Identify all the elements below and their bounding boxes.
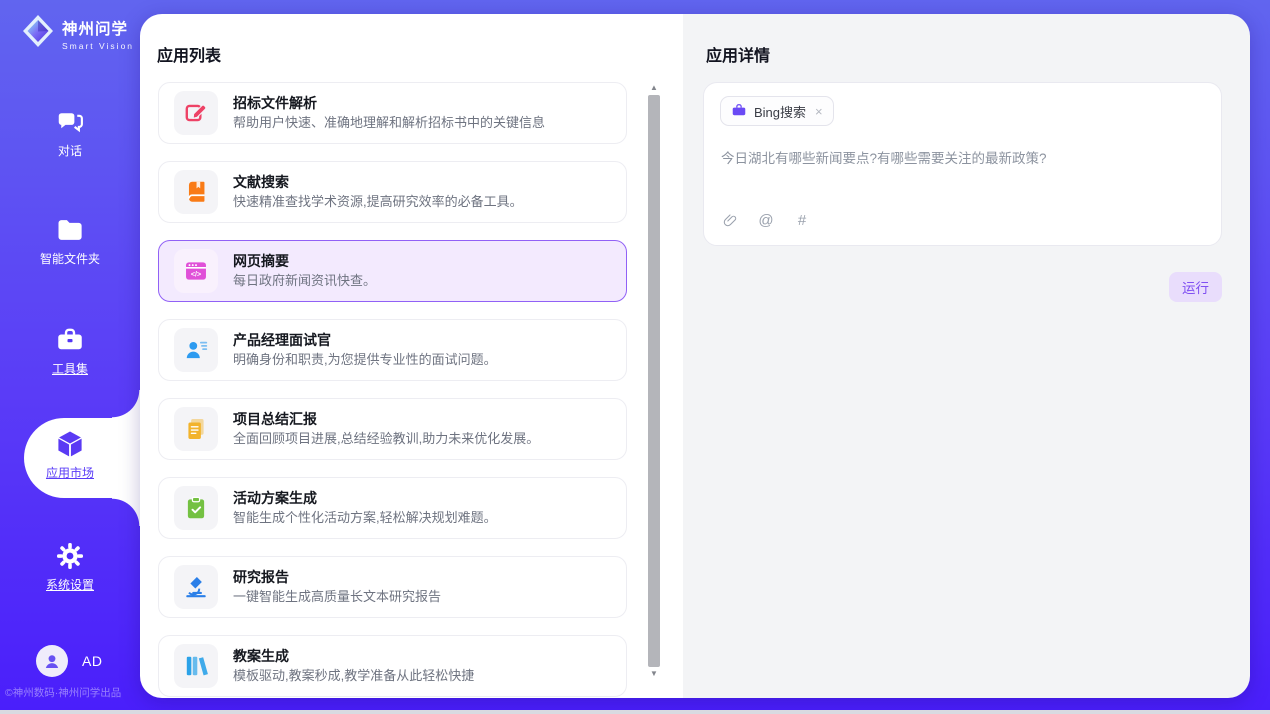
app-card[interactable]: 项目总结汇报 全面回顾项目进展,总结经验教训,助力未来优化发展。 (158, 398, 627, 460)
app-card-description: 全面回顾项目进展,总结经验教训,助力未来优化发展。 (233, 430, 539, 448)
book-icon (174, 170, 218, 214)
sidebar-item-label: 应用市场 (46, 464, 94, 481)
app-card-title: 项目总结汇报 (233, 410, 539, 428)
scrollbar-down-arrow[interactable]: ▼ (647, 668, 661, 680)
svg-text:</>: </> (191, 271, 201, 278)
app-card[interactable]: 研究报告 一键智能生成高质量长文本研究报告 (158, 556, 627, 618)
app-window: 神州问学 Smart Vision 对话 智能文件夹 工具 (0, 0, 1270, 714)
sidebar-item-toolset[interactable]: 工具集 (0, 324, 140, 378)
sidebar-item-label: 工具集 (52, 360, 88, 377)
app-card-title: 招标文件解析 (233, 94, 545, 112)
tool-chip-bing-search[interactable]: Bing搜索 × (720, 96, 834, 126)
sidebar-item-label: 智能文件夹 (40, 250, 100, 267)
app-card[interactable]: </> 网页摘要 每日政府新闻资讯快查。 (158, 240, 627, 302)
cube-icon (0, 428, 140, 460)
avatar (36, 645, 68, 677)
hash-icon[interactable]: # (793, 211, 811, 229)
prompt-card: Bing搜索 × 今日湖北有哪些新闻要点?有哪些需要关注的最新政策? @ # (703, 82, 1222, 246)
app-card[interactable]: 文献搜索 快速精准查找学术资源,提高研究效率的必备工具。 (158, 161, 627, 223)
app-card-description: 快速精准查找学术资源,提高研究效率的必备工具。 (233, 193, 523, 211)
app-card-description: 一键智能生成高质量长文本研究报告 (233, 588, 441, 606)
pen-square-icon (174, 91, 218, 135)
app-list-title: 应用列表 (157, 42, 221, 66)
sidebar-item-chat[interactable]: 对话 (0, 106, 140, 160)
mention-icon[interactable]: @ (757, 211, 775, 229)
briefcase-icon (731, 102, 747, 121)
app-card[interactable]: 招标文件解析 帮助用户快速、准确地理解和解析招标书中的关键信息 (158, 82, 627, 144)
sidebar-item-app-market[interactable]: 应用市场 (0, 428, 140, 482)
app-list-panel: 应用列表 招标文件解析 帮助用户快速、准确地理解和解析招标书中的关键信息 文献搜… (140, 14, 683, 698)
scrollbar-up-arrow[interactable]: ▲ (647, 82, 661, 94)
sidebar-item-smart-folders[interactable]: 智能文件夹 (0, 214, 140, 268)
sidebar-item-label: 系统设置 (46, 576, 94, 593)
app-card-description: 模板驱动,教案秒成,教学准备从此轻松快捷 (233, 667, 474, 685)
copyright-text: ©神州数码·神州问学出品 (5, 685, 121, 700)
app-card-description: 智能生成个性化活动方案,轻松解决规划难题。 (233, 509, 497, 527)
toolbox-icon (0, 324, 140, 356)
app-card[interactable]: 教案生成 模板驱动,教案秒成,教学准备从此轻松快捷 (158, 635, 627, 697)
prompt-input[interactable]: 今日湖北有哪些新闻要点?有哪些需要关注的最新政策? (721, 149, 1197, 169)
app-list-scrollbar[interactable]: ▲ ▼ (647, 82, 661, 680)
main-content: 应用列表 招标文件解析 帮助用户快速、准确地理解和解析招标书中的关键信息 文献搜… (140, 14, 1250, 698)
app-card-title: 文献搜索 (233, 173, 523, 191)
paperclip-icon[interactable] (721, 211, 739, 229)
app-card-title: 活动方案生成 (233, 489, 497, 507)
folder-icon (0, 214, 140, 246)
app-card-title: 产品经理面试官 (233, 331, 497, 349)
app-card-title: 研究报告 (233, 568, 441, 586)
tool-chip-label: Bing搜索 (754, 102, 806, 121)
close-icon[interactable]: × (815, 104, 823, 119)
app-card-description: 每日政府新闻资讯快查。 (233, 272, 376, 290)
active-tab-flare-top (112, 390, 140, 418)
clipboard-check-icon (174, 486, 218, 530)
brand-logo: 神州问学 Smart Vision (22, 14, 134, 53)
app-card-title: 网页摘要 (233, 252, 376, 270)
app-detail-title: 应用详情 (706, 42, 770, 66)
window-bottom-edge (0, 710, 1270, 714)
sidebar-item-label: 对话 (58, 142, 82, 159)
app-card[interactable]: 产品经理面试官 明确身份和职责,为您提供专业性的面试问题。 (158, 319, 627, 381)
brand-tagline: Smart Vision (62, 41, 134, 51)
app-card-description: 明确身份和职责,为您提供专业性的面试问题。 (233, 351, 497, 369)
sidebar-item-settings[interactable]: 系统设置 (0, 540, 140, 594)
scrollbar-thumb[interactable] (648, 95, 660, 667)
microscope-icon (174, 565, 218, 609)
app-detail-panel: 应用详情 Bing搜索 × 今日湖北有哪些新闻要点?有哪些需要关注的最新政策? (683, 14, 1250, 698)
app-card[interactable]: 活动方案生成 智能生成个性化活动方案,轻松解决规划难题。 (158, 477, 627, 539)
active-tab-flare-bottom (112, 498, 140, 526)
user-account[interactable]: AD (36, 645, 102, 677)
brand-diamond-icon (22, 14, 54, 53)
interviewer-icon (174, 328, 218, 372)
browser-code-icon: </> (174, 249, 218, 293)
brand-name: 神州问学 (62, 17, 134, 39)
run-button[interactable]: 运行 (1169, 272, 1222, 302)
chat-icon (0, 106, 140, 138)
report-papers-icon (174, 407, 218, 451)
composer-toolbar: @ # (721, 211, 811, 229)
user-initials: AD (82, 653, 102, 669)
books-icon (174, 644, 218, 688)
gear-icon (0, 540, 140, 572)
app-list: 招标文件解析 帮助用户快速、准确地理解和解析招标书中的关键信息 文献搜索 快速精… (158, 82, 627, 698)
app-card-description: 帮助用户快速、准确地理解和解析招标书中的关键信息 (233, 114, 545, 132)
app-card-title: 教案生成 (233, 647, 474, 665)
